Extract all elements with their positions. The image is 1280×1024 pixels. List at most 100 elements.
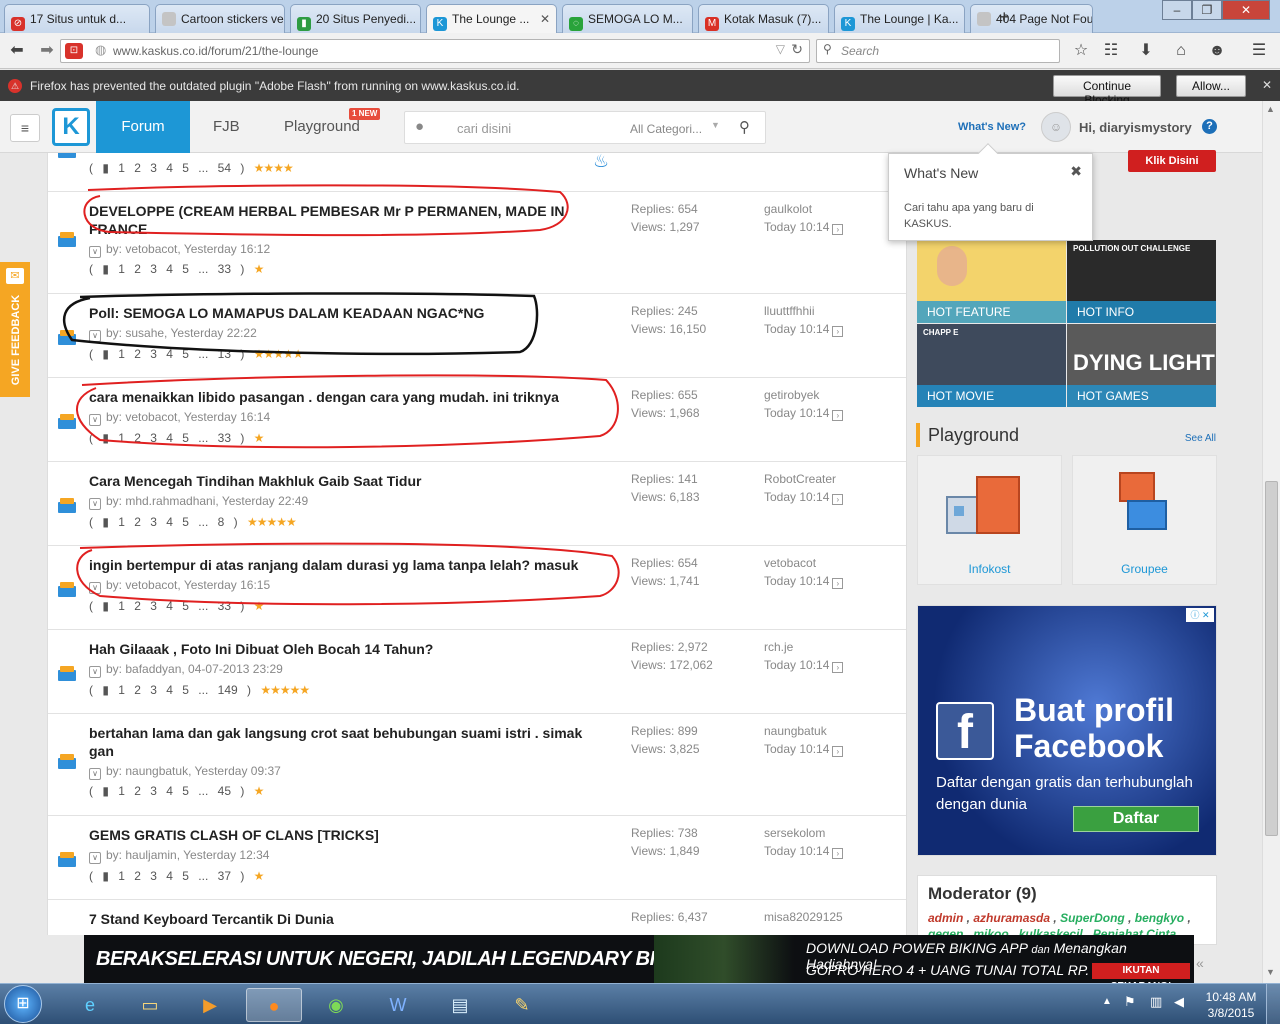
nav-forum[interactable]: Forum: [96, 101, 190, 153]
thread-title-link[interactable]: Cara Mencegah Tindihan Makhluk Gaib Saat…: [89, 472, 609, 490]
nav-fjb[interactable]: FJB: [213, 101, 240, 153]
thread-title-link[interactable]: bertahan lama dan gak langsung crot saat…: [89, 724, 609, 760]
page-links[interactable]: ( ▮ 1 2 3 4 5 ... 33 ): [89, 599, 244, 613]
tab-3[interactable]: K The Lounge ... ✕: [426, 4, 557, 34]
kaskus-search-input[interactable]: cari disini: [457, 121, 511, 136]
chevron-down-icon[interactable]: ∨: [89, 498, 101, 510]
see-all-link[interactable]: See All: [1185, 433, 1216, 444]
chevron-down-icon[interactable]: ∨: [89, 582, 101, 594]
last-post-user[interactable]: getirobyek: [764, 386, 894, 404]
continue-blocking-button[interactable]: Continue Blocking: [1053, 75, 1161, 107]
go-to-last-post-icon[interactable]: ›: [832, 578, 844, 589]
close-tab-icon[interactable]: ✕: [540, 12, 550, 26]
last-post-user[interactable]: gaulkolot: [764, 200, 894, 218]
chevron-down-icon[interactable]: ∨: [89, 246, 101, 258]
last-post-user[interactable]: lluuttffhhii: [764, 302, 894, 320]
avatar[interactable]: ☺: [1041, 112, 1071, 142]
thread-by-text[interactable]: by: vetobacot, Yesterday 16:12: [106, 242, 270, 256]
thread-pages[interactable]: ( ▮ 1 2 3 4 5 ... 45 ) ★: [89, 784, 264, 798]
go-to-last-post-icon[interactable]: ›: [832, 224, 844, 235]
last-post-user[interactable]: sersekolom: [764, 824, 894, 842]
thread-title-link[interactable]: ingin bertempur di atas ranjang dalam du…: [89, 556, 609, 574]
tab-2[interactable]: ▮ 20 Situs Penyedi...: [290, 4, 421, 33]
facebook-ad[interactable]: ⓘ ✕ f Buat profil Facebook Daftar dengan…: [917, 605, 1217, 856]
give-feedback-tab[interactable]: ✉ GIVE FEEDBACK: [0, 262, 30, 397]
uc-browser-icon[interactable]: ◉: [308, 988, 364, 1022]
tab-6[interactable]: K The Lounge | Ka...: [834, 4, 965, 33]
thread-pages[interactable]: ( ▮ 1 2 3 4 5 ... 33 ) ★: [89, 262, 264, 276]
playground-item[interactable]: Groupee: [1072, 455, 1217, 585]
daftar-button[interactable]: Daftar: [1073, 806, 1199, 832]
go-to-last-post-icon[interactable]: ›: [832, 662, 844, 673]
word-icon[interactable]: W: [370, 988, 426, 1022]
hot-tile[interactable]: POLLUTION OUT CHALLENGE HOT INFO: [1067, 240, 1216, 323]
ad-collapse-icon[interactable]: «: [1196, 955, 1204, 971]
chevron-down-icon[interactable]: ∨: [89, 768, 101, 780]
minimize-button[interactable]: –: [1162, 0, 1192, 20]
go-to-last-post-icon[interactable]: ›: [832, 494, 844, 505]
thread-by-text[interactable]: by: mhd.rahmadhani, Yesterday 22:49: [106, 494, 308, 508]
thread-title-link[interactable]: DEVELOPPE (CREAM HERBAL PEMBESAR Mr P PE…: [89, 202, 609, 238]
tab-5[interactable]: M Kotak Masuk (7)...: [698, 4, 829, 33]
user-greeting[interactable]: Hi, diaryismystory: [1079, 120, 1192, 135]
thread-title-link[interactable]: 7 Stand Keyboard Tercantik Di Dunia: [89, 910, 609, 928]
last-post-user[interactable]: vetobacot: [764, 554, 894, 572]
last-post-user[interactable]: RobotCreater: [764, 470, 894, 488]
thread-by-text[interactable]: by: vetobacot, Yesterday 16:14: [106, 410, 270, 424]
new-tab-button[interactable]: +: [999, 7, 1010, 28]
hot-tile[interactable]: DYING LIGHT HOT GAMES: [1067, 324, 1216, 407]
last-post-user[interactable]: misa82029125: [764, 908, 894, 926]
chevron-down-icon[interactable]: ∨: [89, 852, 101, 864]
page-scrollbar[interactable]: ▲ ▼: [1262, 101, 1280, 983]
thread-pages[interactable]: ( ▮ 1 2 3 4 5 ... 33 ) ★: [89, 431, 264, 445]
page-links[interactable]: ( ▮ 1 2 3 4 5 ... 8 ): [89, 515, 238, 529]
thread-pages[interactable]: ( ▮ 1 2 3 4 5 ... 33 ) ★: [89, 599, 264, 613]
file-explorer-icon[interactable]: ▭: [122, 988, 178, 1022]
scroll-up-arrow[interactable]: ▲: [1266, 104, 1275, 114]
thread-pages[interactable]: ( ▮ 1 2 3 4 5 ... 149 ) ★★★★★: [89, 683, 310, 697]
whats-new-link[interactable]: What's New?: [958, 121, 1026, 133]
thread-pages[interactable]: ( ▮ 1 2 3 4 5 ... 54 ) ★★★★: [89, 161, 294, 175]
tab-1[interactable]: Cartoon stickers vec...: [155, 4, 285, 33]
thread-pages[interactable]: ( ▮ 1 2 3 4 5 ... 37 ) ★: [89, 869, 264, 883]
klik-disini-button[interactable]: Klik Disini: [1128, 150, 1216, 172]
page-links[interactable]: ( ▮ 1 2 3 4 5 ... 13 ): [89, 347, 244, 361]
address-bar[interactable]: ⊡ ◍ www.kaskus.co.id/forum/21/the-lounge…: [60, 39, 810, 63]
go-to-last-post-icon[interactable]: ›: [832, 848, 844, 859]
page-links[interactable]: ( ▮ 1 2 3 4 5 ... 54 ): [89, 161, 244, 175]
moderator-link[interactable]: bengkyo: [1135, 911, 1184, 925]
page-links[interactable]: ( ▮ 1 2 3 4 5 ... 37 ): [89, 869, 244, 883]
go-to-last-post-icon[interactable]: ›: [832, 746, 844, 757]
moderator-link[interactable]: SuperDong: [1060, 911, 1125, 925]
hot-tile[interactable]: HOT FEATURE: [917, 240, 1066, 323]
notepad-icon[interactable]: ▤: [432, 988, 488, 1022]
thread-pages[interactable]: ( ▮ 1 2 3 4 5 ... 8 ) ★★★★★: [89, 515, 297, 529]
paint-icon[interactable]: ✎: [494, 988, 550, 1022]
ad-choices-icon[interactable]: ⓘ ✕: [1186, 608, 1214, 622]
thread-title-link[interactable]: Poll: SEMOGA LO MAMAPUS DALAM KEADAAN NG…: [89, 304, 609, 322]
category-select[interactable]: All Categori...: [630, 122, 702, 136]
page-links[interactable]: ( ▮ 1 2 3 4 5 ... 149 ): [89, 683, 251, 697]
last-post-user[interactable]: rch.je: [764, 638, 894, 656]
network-icon[interactable]: ▥: [1150, 994, 1162, 1010]
help-icon[interactable]: ?: [1202, 119, 1217, 134]
downloads-icon[interactable]: ⬇: [1135, 40, 1157, 62]
playground-item[interactable]: Infokost: [917, 455, 1062, 585]
close-window-button[interactable]: ✕: [1222, 0, 1270, 20]
home-icon[interactable]: ⌂: [1170, 40, 1192, 62]
chat-icon[interactable]: ☻: [1206, 40, 1228, 62]
allow-button[interactable]: Allow...: [1176, 75, 1246, 97]
thread-by-text[interactable]: by: susahe, Yesterday 22:22: [106, 326, 257, 340]
go-to-last-post-icon[interactable]: ›: [832, 326, 844, 337]
kaskus-logo[interactable]: K: [52, 108, 90, 146]
bottom-banner-ad[interactable]: BERAKSELERASI UNTUK NEGERI, JADILAH LEGE…: [84, 935, 1194, 983]
scroll-thumb[interactable]: [1265, 481, 1278, 836]
thread-pages[interactable]: ( ▮ 1 2 3 4 5 ... 13 ) ★★★★★: [89, 347, 303, 361]
popup-close-icon[interactable]: ✖: [1070, 163, 1082, 180]
ikutan-sekarang-button[interactable]: IKUTAN SEKARANG!: [1092, 963, 1190, 983]
go-to-last-post-icon[interactable]: ›: [832, 410, 844, 421]
dropdown-arrow-icon[interactable]: ▽: [776, 42, 785, 56]
maximize-button[interactable]: ❐: [1192, 0, 1222, 20]
thread-by-text[interactable]: by: naungbatuk, Yesterday 09:37: [106, 764, 281, 778]
tray-arrow-icon[interactable]: ▲: [1102, 996, 1112, 1007]
